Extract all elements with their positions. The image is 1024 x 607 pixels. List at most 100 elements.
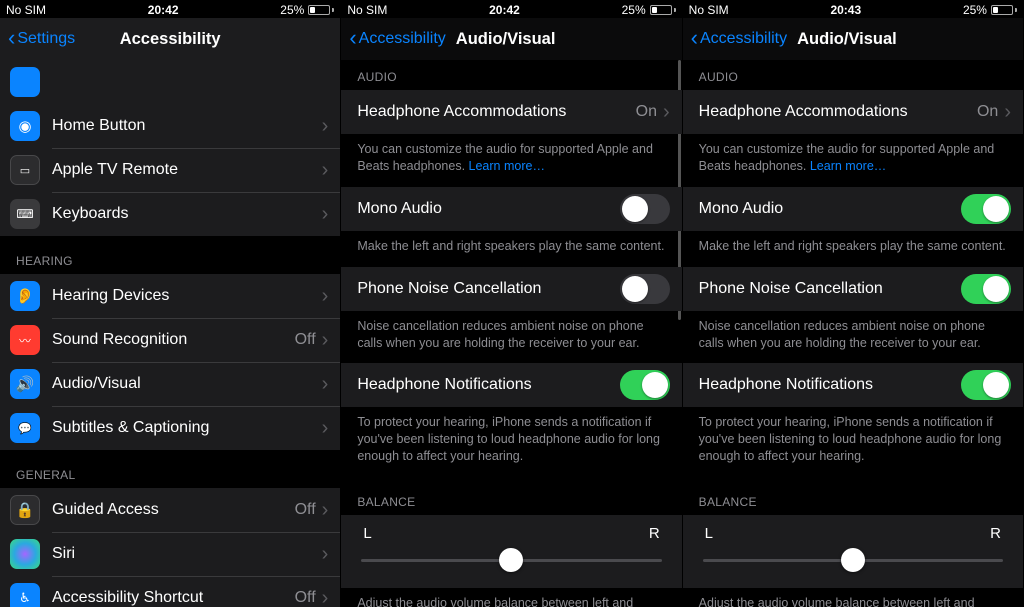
chevron-right-icon: › [322, 587, 329, 607]
row-label: Guided Access [52, 501, 295, 519]
hearing-devices-icon: 👂 [10, 281, 40, 311]
footer-notif: To protect your hearing, iPhone sends a … [683, 407, 1023, 477]
chevron-right-icon: › [322, 203, 329, 226]
balance-right-label: R [649, 525, 660, 542]
row-switch-control[interactable] [0, 60, 340, 104]
section-header-balance: Balance [341, 477, 681, 515]
battery-icon [650, 5, 676, 15]
row-keyboards[interactable]: ⌨ Keyboards › [0, 192, 340, 236]
row-hearing-devices[interactable]: 👂 Hearing Devices › [0, 274, 340, 318]
subtitles-icon: 💬 [10, 413, 40, 443]
chevron-right-icon: › [322, 417, 329, 440]
row-label: Siri [52, 545, 322, 563]
row-audio-visual[interactable]: 🔊 Audio/Visual › [0, 362, 340, 406]
chevron-right-icon: › [322, 285, 329, 308]
chevron-left-icon: ‹ [8, 27, 15, 49]
balance-slider[interactable] [361, 550, 661, 570]
learn-more-link[interactable]: Learn more… [810, 159, 886, 173]
back-button[interactable]: ‹ Accessibility [691, 29, 787, 49]
chevron-left-icon: ‹ [691, 27, 698, 49]
row-siri[interactable]: Siri › [0, 532, 340, 576]
slider-thumb[interactable] [841, 548, 865, 572]
chevron-right-icon: › [663, 101, 670, 124]
battery-icon [991, 5, 1017, 15]
apple-tv-remote-icon: ▭ [10, 155, 40, 185]
nav-bar: ‹ Accessibility Audio/Visual [341, 18, 681, 60]
row-label: Headphone Notifications [357, 376, 619, 394]
balance-left-label: L [705, 525, 713, 542]
chevron-right-icon: › [322, 543, 329, 566]
nav-title: Audio/Visual [797, 30, 897, 49]
balance-left-label: L [363, 525, 371, 542]
back-button[interactable]: ‹ Accessibility [349, 29, 445, 49]
row-label: Phone Noise Cancellation [357, 280, 619, 298]
status-bar: No SIM 20:43 25% [683, 0, 1023, 18]
mono-audio-switch[interactable] [961, 194, 1011, 224]
audio-visual-list[interactable]: Audio Headphone Accommodations On › You … [683, 60, 1023, 607]
pane-accessibility: No SIM 20:42 25% ‹ Settings Accessibilit… [0, 0, 341, 607]
row-phone-noise-cancellation: Phone Noise Cancellation [683, 267, 1023, 311]
status-bar: No SIM 20:42 25% [0, 0, 340, 18]
chevron-right-icon: › [322, 373, 329, 396]
row-label: Headphone Notifications [699, 376, 961, 394]
chevron-right-icon: › [322, 115, 329, 138]
row-value: Off [295, 331, 316, 349]
balance-slider[interactable] [703, 550, 1003, 570]
row-sound-recognition[interactable]: 〰 Sound Recognition Off › [0, 318, 340, 362]
sound-recognition-icon: 〰 [10, 325, 40, 355]
row-label: Audio/Visual [52, 375, 322, 393]
noise-cancellation-switch[interactable] [961, 274, 1011, 304]
row-guided-access[interactable]: 🔒 Guided Access Off › [0, 488, 340, 532]
switch-control-icon [10, 67, 40, 97]
battery-pct: 25% [280, 3, 304, 17]
chevron-right-icon: › [1004, 101, 1011, 124]
accessibility-list[interactable]: ◉ Home Button › ▭ Apple TV Remote › ⌨ Ke… [0, 60, 340, 607]
pane-audio-visual-off: No SIM 20:42 25% ‹ Accessibility Audio/V… [341, 0, 682, 607]
mono-audio-switch[interactable] [620, 194, 670, 224]
chevron-right-icon: › [322, 159, 329, 182]
headphone-notifications-switch[interactable] [961, 370, 1011, 400]
row-subtitles-captioning[interactable]: 💬 Subtitles & Captioning › [0, 406, 340, 450]
footer-mono: Make the left and right speakers play th… [341, 231, 681, 267]
nav-bar: ‹ Settings Accessibility [0, 18, 340, 60]
row-label: Apple TV Remote [52, 161, 322, 179]
battery-pct: 25% [622, 3, 646, 17]
row-label: Phone Noise Cancellation [699, 280, 961, 298]
slider-thumb[interactable] [499, 548, 523, 572]
row-headphone-notifications: Headphone Notifications [341, 363, 681, 407]
row-headphone-notifications: Headphone Notifications [683, 363, 1023, 407]
chevron-right-icon: › [322, 329, 329, 352]
back-label: Accessibility [700, 30, 787, 48]
row-headphone-accommodations[interactable]: Headphone Accommodations On › [341, 90, 681, 134]
guided-access-icon: 🔒 [10, 495, 40, 525]
noise-cancellation-switch[interactable] [620, 274, 670, 304]
audio-visual-list[interactable]: Audio Headphone Accommodations On › You … [341, 60, 681, 607]
learn-more-link[interactable]: Learn more… [469, 159, 545, 173]
row-label: Mono Audio [699, 200, 961, 218]
row-accessibility-shortcut[interactable]: ♿︎ Accessibility Shortcut Off › [0, 576, 340, 607]
accessibility-shortcut-icon: ♿︎ [10, 583, 40, 607]
row-value: On [636, 103, 657, 121]
footer-mono: Make the left and right speakers play th… [683, 231, 1023, 267]
footer-notif: To protect your hearing, iPhone sends a … [341, 407, 681, 477]
row-mono-audio: Mono Audio [341, 187, 681, 231]
row-label: Headphone Accommodations [699, 103, 977, 121]
section-header-general: General [0, 450, 340, 488]
status-bar: No SIM 20:42 25% [341, 0, 681, 18]
row-label: Accessibility Shortcut [52, 589, 295, 607]
home-button-icon: ◉ [10, 111, 40, 141]
row-home-button[interactable]: ◉ Home Button › [0, 104, 340, 148]
row-headphone-accommodations[interactable]: Headphone Accommodations On › [683, 90, 1023, 134]
carrier-text: No SIM [347, 3, 387, 17]
row-label: Mono Audio [357, 200, 619, 218]
footer-headphone-accom: You can customize the audio for supporte… [683, 134, 1023, 187]
row-label: Headphone Accommodations [357, 103, 635, 121]
headphone-notifications-switch[interactable] [620, 370, 670, 400]
row-label: Hearing Devices [52, 287, 322, 305]
keyboards-icon: ⌨ [10, 199, 40, 229]
back-button[interactable]: ‹ Settings [8, 29, 75, 49]
section-header-audio: Audio [341, 60, 681, 90]
row-apple-tv-remote[interactable]: ▭ Apple TV Remote › [0, 148, 340, 192]
row-value: On [977, 103, 998, 121]
row-value: Off [295, 589, 316, 607]
